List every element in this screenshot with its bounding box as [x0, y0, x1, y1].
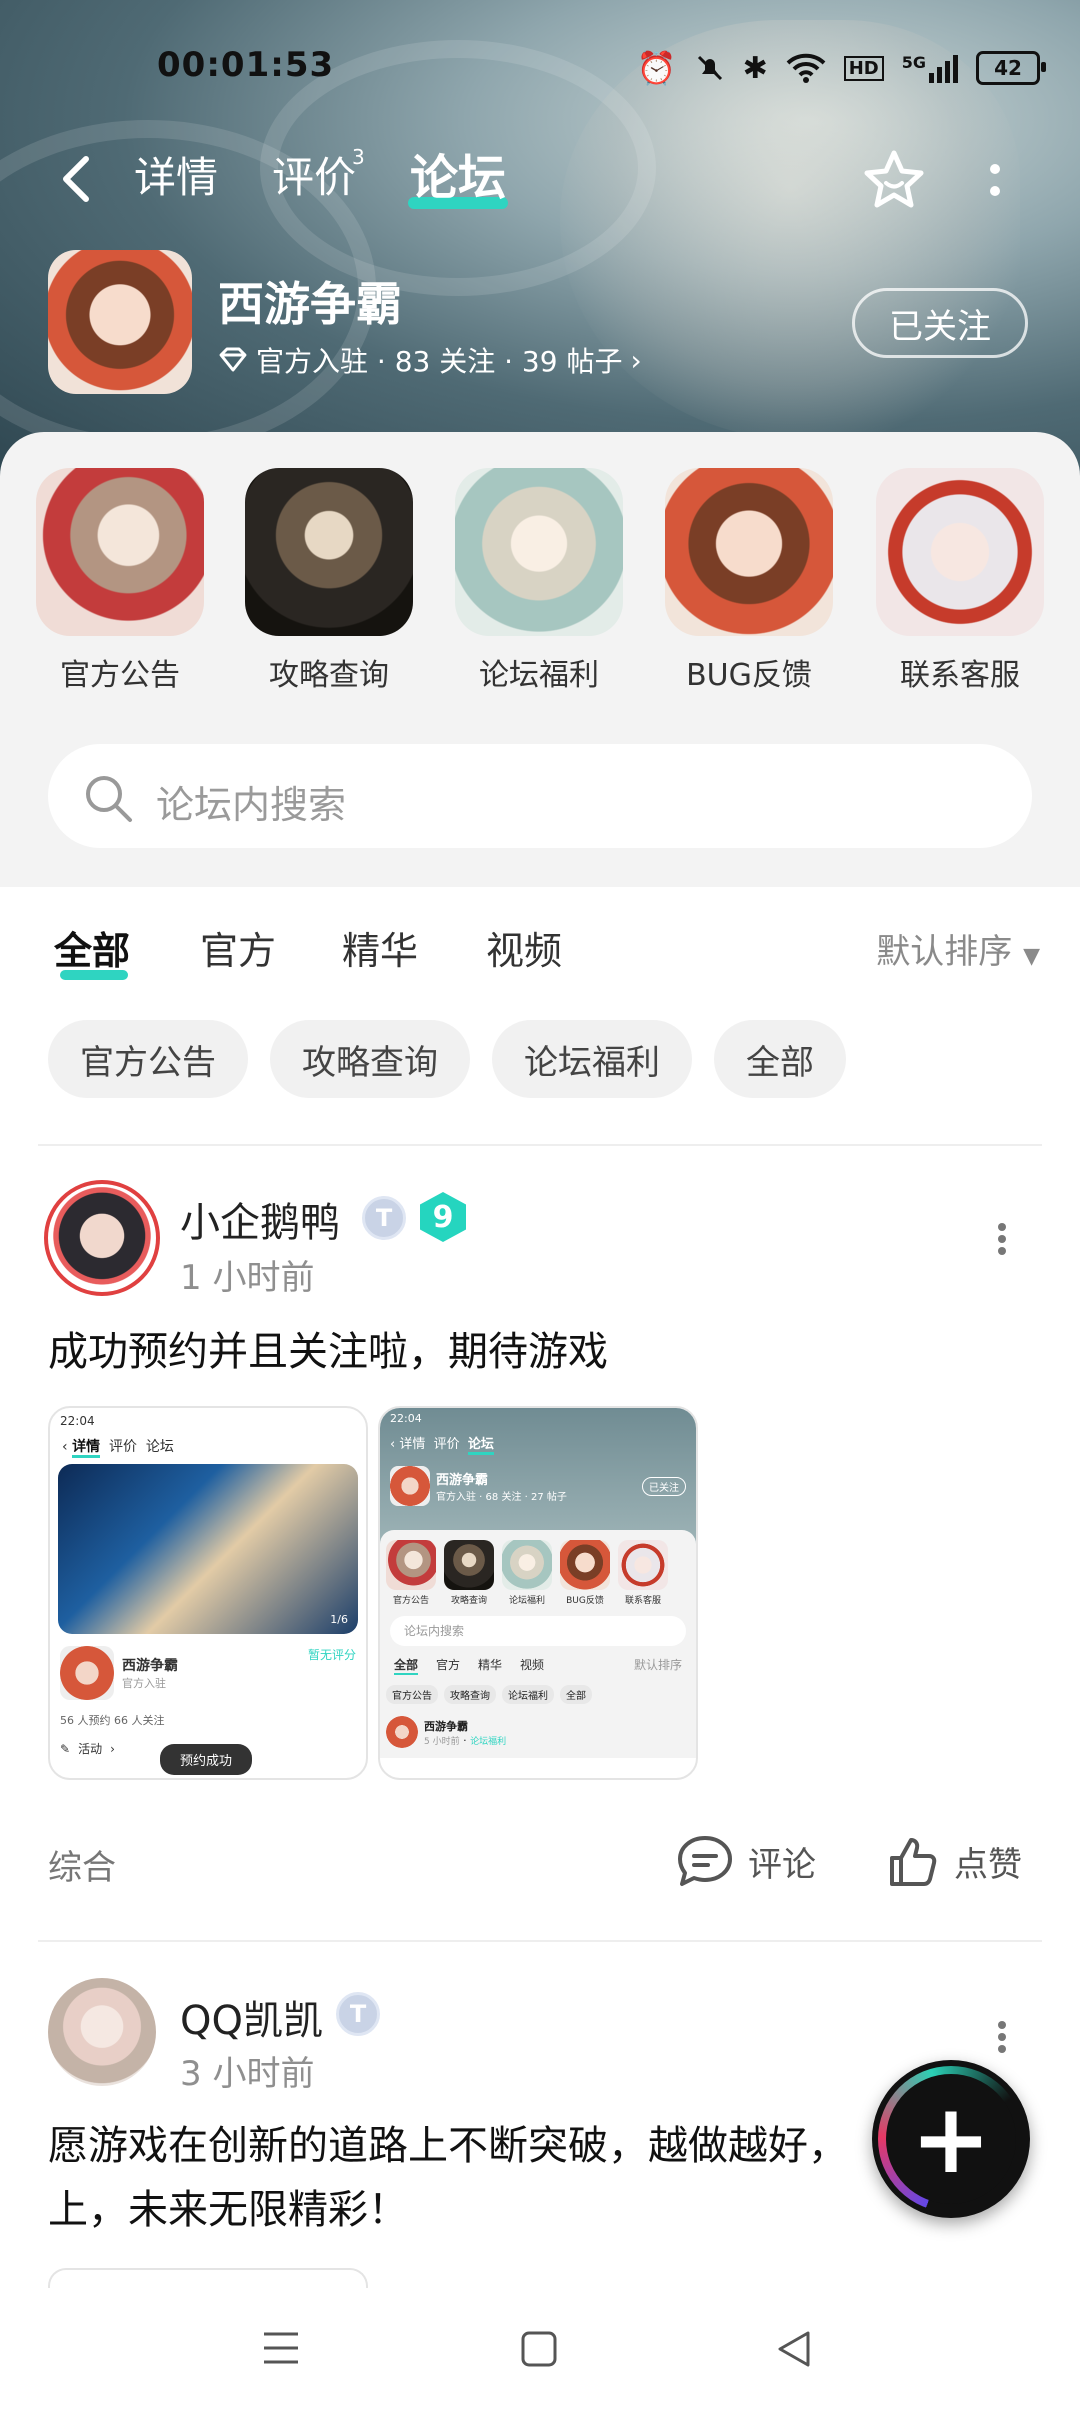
post-author[interactable]: QQ凯凯	[180, 1988, 323, 2046]
filter-tab-all[interactable]: 全部	[54, 920, 130, 975]
comment-button[interactable]: 评论	[676, 1834, 816, 1888]
post-image-peek[interactable]	[48, 2268, 368, 2290]
user-title-badge: T	[336, 1992, 380, 2036]
tab-details[interactable]: 详情	[134, 153, 218, 203]
post-time: 3 小时前	[180, 2054, 315, 2094]
forum-shortcuts-panel: 官方公告 攻略查询 论坛福利 BUG反馈 联系客服 论坛内搜索	[0, 432, 1080, 887]
mini-toast: 预约成功	[160, 1744, 253, 1775]
thumbs-up-icon	[890, 1838, 937, 1886]
post-author[interactable]: 小企鹅鸭	[180, 1190, 340, 1248]
mini-stats: 56 人预约 66 人关注	[60, 1714, 165, 1727]
divider	[38, 1144, 1042, 1146]
chevron-right-icon: ›	[630, 343, 642, 377]
plus-icon: +	[910, 2083, 992, 2195]
back-icon[interactable]	[56, 151, 96, 217]
post-more-icon[interactable]	[996, 2020, 1008, 2058]
shortcut-image	[245, 468, 413, 636]
shortcut-image	[455, 468, 623, 636]
hd-icon: HD	[843, 55, 884, 81]
user-title-badge: T	[362, 1196, 406, 1240]
chip-forum-benefits[interactable]: 论坛福利	[492, 1020, 692, 1098]
mini-body: 官方公告 攻略查询 论坛福利 BUG反馈 联系客服 论坛内搜索 全部 官方 精华…	[380, 1530, 696, 1758]
filter-tab-featured[interactable]: 精华	[342, 920, 418, 975]
game-meta[interactable]: 官方入驻 · 83 关注 · 39 帖子 ›	[218, 340, 642, 380]
search-placeholder: 论坛内搜索	[156, 783, 347, 827]
top-navigation: 详情 评价 3 论坛	[0, 145, 1080, 225]
chip-all[interactable]: 全部	[714, 1020, 846, 1098]
mini-header: 22:04 ‹ 详情 评价 论坛 西游争霸 官方入驻 · 68 关注 · 27 帖…	[380, 1408, 696, 1544]
diamond-icon	[219, 347, 247, 372]
menu-icon[interactable]	[262, 2330, 300, 2370]
comment-label: 评论	[748, 1844, 816, 1885]
status-icons: ⏰ ✱ HD 5G 42	[636, 49, 1046, 87]
shortcut-label: BUG反馈	[686, 658, 812, 693]
tab-reviews[interactable]: 评价	[272, 153, 356, 203]
post-category[interactable]: 综合	[48, 1840, 116, 1889]
like-label: 点赞	[954, 1844, 1022, 1885]
followed-button[interactable]: 已关注	[852, 288, 1028, 358]
sort-label: 默认排序	[876, 932, 1013, 972]
level-badge: 9	[420, 1192, 466, 1242]
home-icon[interactable]	[520, 2330, 558, 2372]
filter-tab-official[interactable]: 官方	[200, 920, 276, 975]
shortcut-label: 官方公告	[60, 658, 180, 693]
shortcut-forum-benefits[interactable]: 论坛福利	[455, 468, 623, 694]
avatar[interactable]	[44, 1180, 160, 1296]
shortcut-label: 论坛福利	[479, 658, 599, 693]
sort-dropdown[interactable]: 默认排序 ▼	[876, 924, 1040, 973]
post-time: 1 小时前	[180, 1258, 315, 1298]
post-text[interactable]: 成功预约并且关注啦，期待游戏	[48, 1322, 608, 1382]
forum-search-input[interactable]: 论坛内搜索	[48, 744, 1032, 848]
status-bar: 00:01:53 ⏰ ✱ HD 5G 42	[0, 45, 1080, 95]
shortcut-customer-service[interactable]: 联系客服	[876, 468, 1044, 694]
post-text[interactable]: 愿游戏在创新的道路上不断突破，越做越好，	[48, 2116, 878, 2176]
shortcut-bug-report[interactable]: BUG反馈	[665, 468, 833, 694]
bluetooth-icon: ✱	[742, 50, 768, 86]
game-title: 西游争霸	[218, 277, 402, 331]
shortcut-label: 联系客服	[900, 658, 1020, 693]
game-icon[interactable]	[48, 250, 192, 394]
star-favorite-icon[interactable]	[862, 149, 926, 215]
signal-icon: 5G	[902, 53, 958, 83]
chip-guide-search[interactable]: 攻略查询	[270, 1020, 470, 1098]
like-button[interactable]: 点赞	[886, 1834, 1022, 1888]
mini-banner: 1/6	[58, 1464, 358, 1634]
category-chips: 官方公告 攻略查询 论坛福利 全部	[48, 1020, 846, 1098]
tab-forum[interactable]: 论坛	[410, 153, 506, 203]
post-text-continued[interactable]: 上，未来无限精彩！	[48, 2180, 408, 2240]
post-image-1[interactable]: 22:04 ‹ 详情 评价 论坛 1/6 西游争霸 官方入驻 暂无评分 56 人预…	[48, 1406, 368, 1780]
game-meta-text: 官方入驻 · 83 关注 · 39 帖子	[256, 345, 623, 378]
shortcut-official-announcement[interactable]: 官方公告	[36, 468, 204, 694]
mini-status-time: 22:04	[60, 1414, 95, 1428]
chip-official-announcement[interactable]: 官方公告	[48, 1020, 248, 1098]
avatar[interactable]	[48, 1978, 156, 2086]
post-more-icon[interactable]	[996, 1222, 1008, 1260]
wifi-icon	[786, 53, 826, 83]
shortcut-image	[665, 468, 833, 636]
shortcut-image	[36, 468, 204, 636]
divider	[38, 1940, 1042, 1942]
filter-tabs: 全部 官方 精华 视频 默认排序 ▼	[0, 920, 1080, 980]
back-nav-icon[interactable]	[776, 2330, 812, 2372]
reviews-count-badge: 3	[352, 145, 365, 169]
caret-down-icon: ▼	[1023, 944, 1040, 969]
mini-tabs: ‹ 详情 评价 论坛	[50, 1434, 366, 1458]
mini-game-row: 西游争霸 官方入驻 暂无评分	[50, 1640, 366, 1706]
status-time: 00:01:53	[157, 45, 335, 85]
alarm-icon: ⏰	[636, 49, 677, 87]
battery-icon: 42	[976, 51, 1046, 85]
mute-icon	[697, 55, 722, 81]
search-icon	[86, 776, 132, 822]
filter-tab-video[interactable]: 视频	[486, 920, 562, 975]
comment-icon	[678, 1836, 732, 1886]
post-image-2[interactable]: 22:04 ‹ 详情 评价 论坛 西游争霸 官方入驻 · 68 关注 · 27 帖…	[378, 1406, 698, 1780]
system-navigation-bar	[0, 2288, 1080, 2412]
new-post-button[interactable]: +	[872, 2060, 1030, 2218]
shortcut-label: 攻略查询	[269, 658, 389, 693]
more-options-icon[interactable]	[988, 161, 1002, 205]
shortcut-image	[876, 468, 1044, 636]
shortcut-guide-search[interactable]: 攻略查询	[245, 468, 413, 694]
